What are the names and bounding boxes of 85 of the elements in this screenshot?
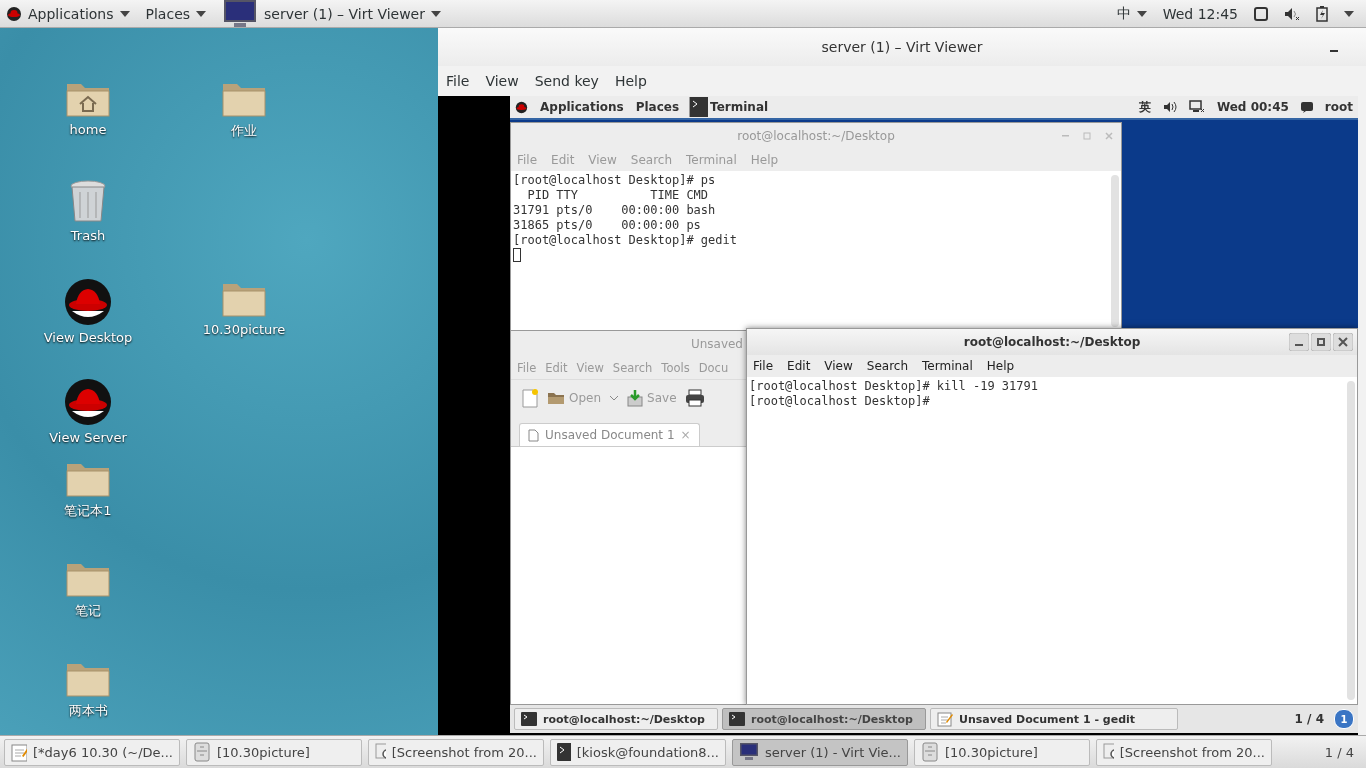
taskbar-item[interactable]: [10.30picture] — [186, 738, 362, 766]
applications-menu[interactable]: Applications — [540, 100, 624, 114]
redhat-icon[interactable] — [64, 278, 112, 326]
notepad-icon — [11, 742, 27, 762]
terminal-line: 31865 pts/0 00:00:00 ps — [513, 218, 702, 233]
terminal-icon — [690, 97, 709, 117]
battery-icon[interactable] — [1316, 5, 1328, 22]
taskbar-item[interactable]: [10.30picture] — [914, 738, 1090, 766]
terminal-icon — [521, 712, 537, 726]
terminal-line: [root@localhost Desktop]# gedit — [513, 233, 738, 248]
input-method[interactable]: 英 — [1138, 98, 1151, 116]
user-icon — [1300, 101, 1313, 113]
document-tab[interactable]: Unsaved Document 1 × — [519, 423, 700, 446]
taskbar-item[interactable]: server (1) - Virt Vie... — [732, 738, 908, 766]
monitor-icon — [739, 743, 759, 761]
desktop-icon-label[interactable]: View Server — [49, 430, 127, 445]
minimize-icon[interactable] — [1330, 50, 1338, 53]
window-title: root@localhost:~/Desktop — [963, 335, 1141, 349]
terminal-line: [root@localhost Desktop]# kill -19 31791 — [749, 379, 1039, 394]
text-cursor — [513, 248, 521, 262]
clock[interactable]: Wed 12:45 — [1162, 5, 1238, 22]
redhat-icon[interactable] — [64, 378, 112, 426]
taskbar-item[interactable]: Unsaved Document 1 - gedit — [930, 708, 1178, 730]
save-icon — [627, 389, 644, 407]
clock[interactable]: Wed 00:45 — [1216, 100, 1289, 114]
window-title: server (1) – Virt Viewer — [821, 39, 983, 55]
caret-icon — [119, 10, 130, 17]
menu-item[interactable]: View — [824, 359, 853, 373]
menu-item[interactable]: Help — [986, 359, 1015, 373]
terminal-line: [root@localhost Desktop]# — [749, 394, 931, 409]
maximize-icon[interactable] — [1311, 333, 1331, 351]
active-app-menu[interactable]: Terminal — [710, 100, 769, 114]
menu-item[interactable]: Send key — [534, 73, 599, 89]
notification-badge[interactable]: 1 — [1334, 709, 1354, 729]
menu-item[interactable]: Help — [614, 73, 647, 89]
user-menu[interactable]: root — [1324, 100, 1353, 114]
menu-item[interactable]: File — [753, 359, 774, 373]
folder-icon — [547, 391, 565, 405]
cabinet-icon — [193, 742, 211, 762]
taskbar-item[interactable]: root@localhost:~/Desktop — [722, 708, 926, 730]
menu-item[interactable]: File — [446, 73, 470, 89]
caret-icon — [431, 10, 441, 17]
volume-muted-icon[interactable] — [1284, 6, 1300, 21]
minimize-icon[interactable] — [1289, 333, 1309, 351]
caret-icon — [196, 10, 207, 17]
redhat-icon — [515, 100, 528, 114]
window-title: Unsaved — [690, 337, 743, 351]
applications-menu[interactable]: Applications — [28, 5, 114, 22]
taskbar-item[interactable]: [kiosk@foundation8... — [550, 738, 726, 766]
taskbar-item[interactable]: root@localhost:~/Desktop — [514, 708, 718, 730]
input-method[interactable]: 中 — [1116, 4, 1131, 23]
monitor-icon — [222, 0, 259, 28]
taskbar-item[interactable]: [*day6 10.30 (~/De... — [4, 738, 180, 766]
trash-icon[interactable] — [68, 178, 108, 224]
workspace-pager[interactable]: 1 / 4 — [1324, 744, 1354, 760]
document-icon — [528, 428, 539, 442]
places-menu[interactable]: Places — [635, 100, 680, 114]
terminal-line: 31791 pts/0 00:00:00 bash — [513, 203, 717, 218]
caret-icon[interactable] — [1344, 10, 1354, 17]
taskbar-item[interactable]: [Screenshot from 20... — [368, 738, 544, 766]
desktop-icon-label[interactable]: 笔记本1 — [64, 502, 112, 520]
scrollbar[interactable] — [1347, 381, 1355, 700]
menu-item[interactable]: Terminal — [922, 359, 973, 373]
redhat-icon — [6, 5, 22, 22]
workspace-pager[interactable]: 1 / 4 — [1294, 712, 1324, 726]
cabinet-icon — [921, 742, 939, 762]
window-icon[interactable] — [1254, 6, 1268, 21]
network-icon[interactable] — [1188, 100, 1205, 114]
terminal-line: PID TTY TIME CMD — [526, 188, 710, 203]
close-icon[interactable] — [1333, 333, 1353, 351]
places-menu[interactable]: Places — [145, 5, 191, 22]
notepad-icon — [937, 711, 953, 727]
scrollbar[interactable] — [1111, 175, 1119, 327]
print-icon[interactable] — [684, 389, 705, 407]
terminal-icon — [557, 743, 571, 761]
menu-item[interactable]: View — [485, 73, 519, 89]
menu-item[interactable]: Edit — [787, 359, 811, 373]
window-title: root@localhost:~/Desktop — [737, 129, 895, 143]
window-menu[interactable]: server (1) – Virt Viewer — [264, 5, 425, 22]
caret-icon — [1136, 10, 1147, 17]
menu-item[interactable]: Search — [866, 359, 909, 373]
terminal-line: [root@localhost Desktop]# ps — [513, 173, 717, 188]
volume-icon[interactable] — [1162, 101, 1177, 113]
taskbar-item[interactable]: [Screenshot from 20... — [1096, 738, 1272, 766]
terminal-icon — [729, 712, 745, 726]
